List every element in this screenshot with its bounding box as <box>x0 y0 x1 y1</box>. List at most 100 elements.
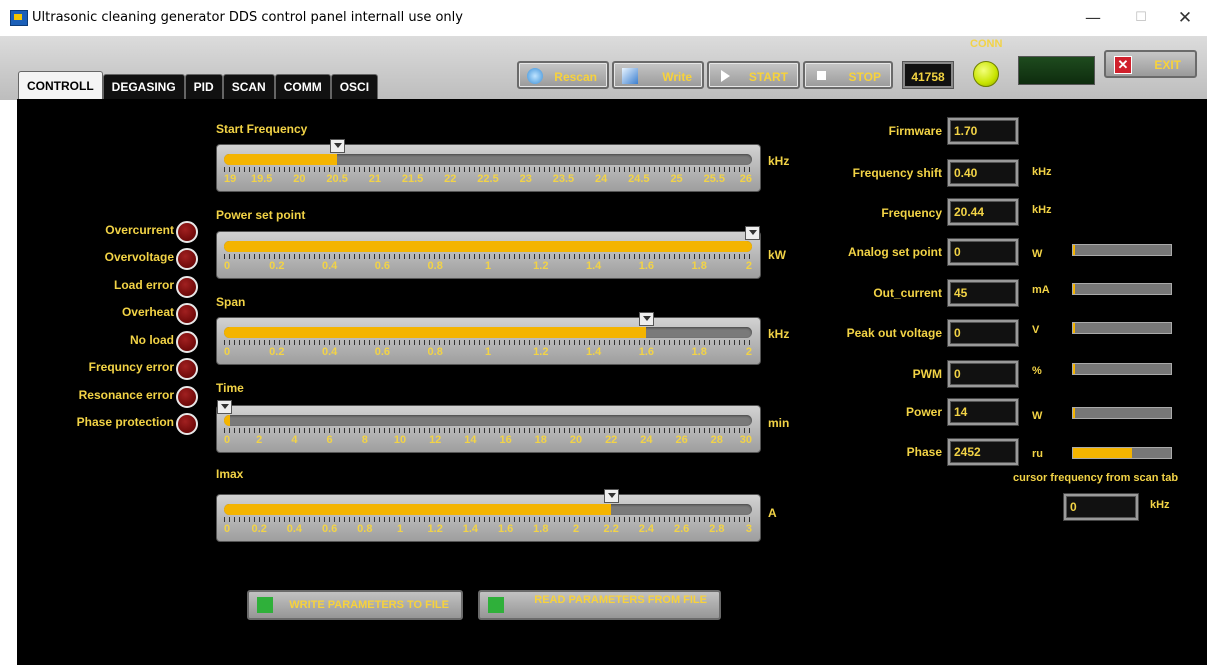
tick-label: 4 <box>291 434 298 446</box>
alarm-led <box>176 331 198 353</box>
peak-out-voltage-bar <box>1072 322 1172 334</box>
tick-label: 28 <box>710 434 723 446</box>
tick-label: 0.8 <box>357 523 373 535</box>
time-slider[interactable]: 0 2 4 6 8 10 12 14 16 18 20 22 24 26 28 30 <box>216 400 761 453</box>
tab-degasing[interactable]: DEGASING <box>102 74 185 99</box>
stop-label: STOP <box>848 70 881 84</box>
tick-label: 1.2 <box>533 260 549 272</box>
imax-unit: A <box>768 506 777 520</box>
close-button[interactable]: ✕ <box>1162 6 1207 30</box>
phase-bar <box>1072 447 1172 459</box>
alarm-overvoltage: Overvoltage <box>60 248 200 270</box>
tab-scan[interactable]: SCAN <box>222 74 275 99</box>
slider-track[interactable] <box>224 327 752 338</box>
imax-slider[interactable]: 0 0.2 0.4 0.6 0.8 1 1.2 1.4 1.6 1.8 2 2.2 2.4 2.6 2.8 3 <box>216 489 761 542</box>
alarm-label: Overvoltage <box>104 250 174 264</box>
analog-set-point-label: Analog set point <box>848 245 942 259</box>
analog-set-point-field: 0 <box>948 239 1018 265</box>
slider-track[interactable] <box>224 415 752 426</box>
alarm-led <box>176 358 198 380</box>
tab-pid[interactable]: PID <box>184 74 223 99</box>
tick-label: 0 <box>224 434 231 446</box>
slider-ticks <box>224 517 752 522</box>
slider-track[interactable] <box>224 154 752 165</box>
exit-button[interactable]: ✕ EXIT <box>1104 50 1197 78</box>
out-current-label: Out_current <box>873 286 942 300</box>
stop-button[interactable]: STOP <box>803 61 893 89</box>
phase-field: 2452 <box>948 439 1018 465</box>
download-icon <box>488 597 504 613</box>
tick-label: 3 <box>745 523 752 535</box>
slider-thumb[interactable] <box>330 139 346 153</box>
write-parameters-button[interactable]: WRITE PARAMETERS TO FILE <box>247 590 463 620</box>
write-parameters-label: WRITE PARAMETERS TO FILE <box>289 599 449 611</box>
tick-label: 1.4 <box>585 346 602 358</box>
tick-label: 30 <box>739 434 752 446</box>
time-title: Time <box>216 381 244 395</box>
power-unit: W <box>1032 410 1043 422</box>
start-button[interactable]: START <box>707 61 800 89</box>
cursor-frequency-unit: kHz <box>1150 499 1170 511</box>
tick-label: 8 <box>361 434 368 446</box>
tab-controll[interactable]: CONTROLL <box>18 71 103 99</box>
tick-label: 0.6 <box>374 260 391 272</box>
tick-label: 2 <box>256 434 263 446</box>
slider-tick-labels: 0 0.2 0.4 0.6 0.8 1 1.2 1.4 1.6 1.8 2 <box>219 260 757 274</box>
analog-set-point-unit: W <box>1032 248 1043 260</box>
tick-label: 1.4 <box>462 523 479 535</box>
alarm-led <box>176 303 198 325</box>
tick-label: 2.6 <box>673 523 690 535</box>
tab-comm[interactable]: COMM <box>274 74 331 99</box>
tick-label: 22 <box>444 173 457 185</box>
slider-ticks <box>224 428 752 433</box>
tick-label: 2.4 <box>638 523 655 535</box>
bar-fill <box>1073 245 1075 255</box>
slider-fill <box>224 504 612 515</box>
tick-label: 1.6 <box>497 523 514 535</box>
slider-track[interactable] <box>224 241 752 252</box>
slider-thumb[interactable] <box>745 226 760 240</box>
alarm-label: Frequncy error <box>88 360 174 374</box>
slider-ticks <box>224 340 752 345</box>
tick-label: 1 <box>396 523 404 535</box>
read-parameters-button[interactable]: READ PARAMETERS FROM FILE <box>478 590 721 620</box>
cursor-frequency-field[interactable]: 0 <box>1064 494 1138 520</box>
bar-fill <box>1073 448 1132 458</box>
firmware-label: Firmware <box>888 124 942 138</box>
tab-osci[interactable]: OSCI <box>330 74 379 99</box>
alarm-label: No load <box>130 333 174 347</box>
maximize-button[interactable]: ☐ <box>1118 6 1164 30</box>
power-set-point-slider[interactable]: 0 0.2 0.4 0.6 0.8 1 1.2 1.4 1.6 1.8 2 <box>216 226 761 279</box>
power-label: Power <box>905 405 942 419</box>
slider-track[interactable] <box>224 504 752 515</box>
power-set-point-unit: kW <box>768 248 786 262</box>
alarm-load-error: Load error <box>60 276 200 298</box>
tick-label: 2.8 <box>709 523 725 535</box>
span-slider[interactable]: 0 0.2 0.4 0.6 0.8 1 1.2 1.4 1.6 1.8 2 <box>216 312 761 365</box>
alarm-led <box>176 221 198 243</box>
tick-label: 24 <box>640 434 653 446</box>
tick-label: 1 <box>484 346 492 358</box>
tick-label: 25.5 <box>703 173 725 185</box>
tick-label: 0 <box>224 260 231 272</box>
tick-label: 0.6 <box>374 346 391 358</box>
tick-label: 0.4 <box>321 260 338 272</box>
slider-thumb[interactable] <box>217 400 232 414</box>
start-label: START <box>748 70 788 84</box>
write-button[interactable]: Write <box>612 61 704 89</box>
peak-out-voltage-label: Peak out voltage <box>846 326 942 340</box>
slider-thumb[interactable] <box>639 312 655 326</box>
rescan-button[interactable]: Rescan <box>517 61 609 89</box>
tick-label: 12 <box>429 434 442 446</box>
conn-label: CONN <box>970 38 1003 50</box>
start-frequency-slider[interactable]: 19 19.5 20 20.5 21 21.5 22 22.5 23 23.5 24 24.5 25 25… <box>216 139 761 192</box>
slider-thumb[interactable] <box>604 489 620 503</box>
window-title: Ultrasonic cleaning generator DDS contro… <box>32 10 463 25</box>
upload-icon <box>257 597 273 613</box>
slider-tick-labels: 0 0.2 0.4 0.6 0.8 1 1.2 1.4 1.6 1.8 2 2.2 2.4 2.6 2.8 3 <box>219 523 757 537</box>
pwm-unit: % <box>1032 365 1042 377</box>
connection-led <box>973 61 999 87</box>
tick-label: 1.4 <box>585 260 602 272</box>
alarm-led <box>176 276 198 298</box>
minimize-button[interactable]: — <box>1070 6 1116 30</box>
